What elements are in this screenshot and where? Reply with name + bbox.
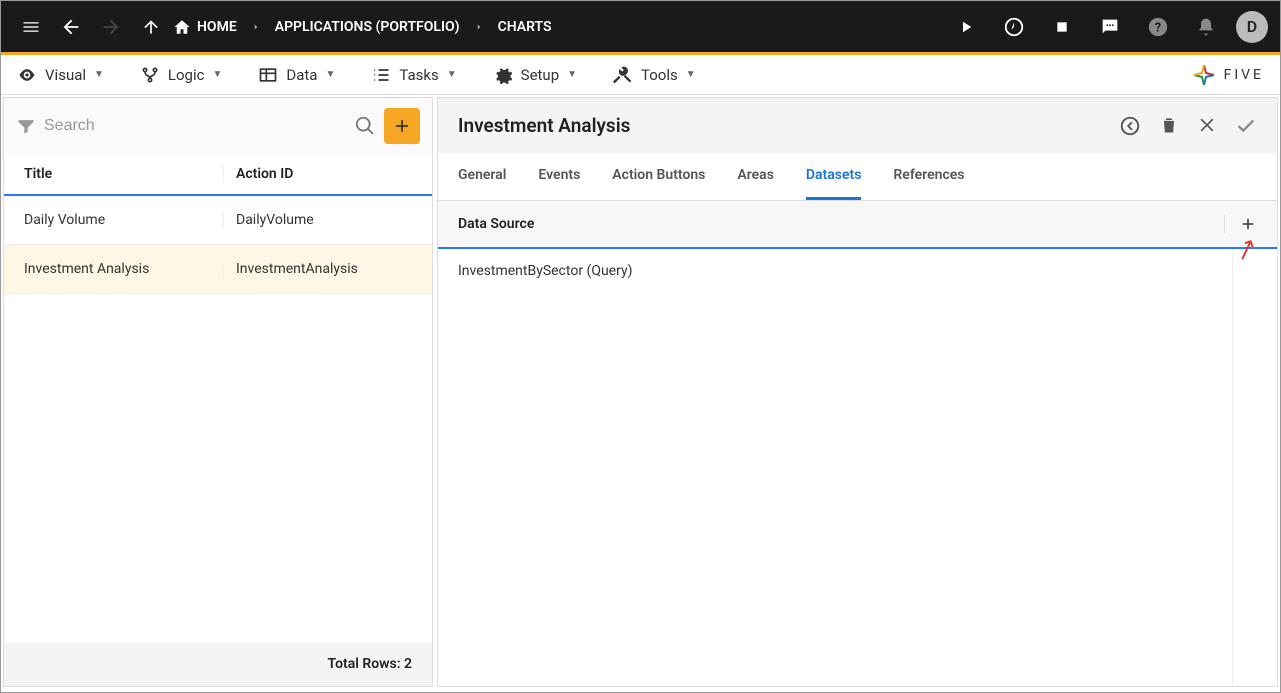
row-action-id: DailyVolume — [224, 212, 412, 228]
menu-tasks-label: Tasks — [399, 66, 438, 84]
breadcrumb-home[interactable]: HOME — [173, 18, 237, 36]
datasource-label: Data Source — [458, 216, 534, 232]
search-icon[interactable] — [354, 115, 376, 137]
breadcrumb-applications-label: APPLICATIONS (PORTFOLIO) — [275, 19, 460, 35]
menu-data[interactable]: Data▼ — [258, 65, 335, 85]
logo: FIVE — [1192, 63, 1264, 87]
tab-action-buttons[interactable]: Action Buttons — [612, 153, 705, 200]
help-icon[interactable]: ? — [1140, 9, 1176, 45]
tab-references[interactable]: References — [893, 153, 964, 200]
delete-icon[interactable] — [1159, 115, 1179, 137]
row-action-id: InvestmentAnalysis — [224, 261, 412, 277]
right-panel: Investment Analysis General Events Actio… — [437, 97, 1278, 687]
breadcrumb-charts[interactable]: CHARTS — [498, 19, 552, 35]
svg-text:?: ? — [1155, 20, 1161, 35]
top-bar: HOME APPLICATIONS (PORTFOLIO) CHARTS ? D — [1, 1, 1280, 55]
menu-setup[interactable]: Setup▼ — [493, 65, 577, 85]
datasource-sidebar — [1233, 249, 1277, 686]
tab-areas[interactable]: Areas — [737, 153, 774, 200]
breadcrumb-charts-label: CHARTS — [498, 19, 552, 35]
menu-tools-label: Tools — [641, 66, 678, 84]
tabs: General Events Action Buttons Areas Data… — [438, 153, 1277, 201]
inspect-icon[interactable] — [996, 9, 1032, 45]
undo-icon[interactable] — [1119, 115, 1141, 137]
left-panel: Title Action ID Daily Volume DailyVolume… — [3, 97, 433, 687]
menu-visual[interactable]: Visual▼ — [17, 65, 104, 85]
chevron-right-icon — [474, 20, 484, 34]
check-icon[interactable] — [1235, 115, 1257, 137]
up-icon[interactable] — [133, 9, 169, 45]
filter-icon[interactable] — [16, 116, 36, 136]
bell-icon[interactable] — [1188, 9, 1224, 45]
breadcrumb-applications[interactable]: APPLICATIONS (PORTFOLIO) — [275, 19, 460, 35]
list-row[interactable]: Investment Analysis InvestmentAnalysis — [4, 245, 432, 294]
tab-events[interactable]: Events — [538, 153, 580, 200]
close-icon[interactable] — [1197, 115, 1217, 137]
play-icon[interactable] — [948, 9, 984, 45]
chat-icon[interactable] — [1092, 9, 1128, 45]
plus-icon — [392, 116, 412, 136]
list-row[interactable]: Daily Volume DailyVolume — [4, 196, 432, 245]
menu-visual-label: Visual — [45, 66, 86, 84]
avatar[interactable]: D — [1236, 11, 1268, 43]
plus-icon — [1239, 215, 1257, 233]
logo-text: FIVE — [1224, 67, 1264, 83]
logo-icon — [1192, 63, 1216, 87]
menu-tasks[interactable]: Tasks▼ — [371, 65, 456, 85]
row-title: Daily Volume — [24, 212, 224, 228]
list-icon — [371, 65, 391, 85]
branch-icon — [140, 65, 160, 85]
menu-logic[interactable]: Logic▼ — [140, 65, 222, 85]
tools-icon — [613, 65, 633, 85]
column-title[interactable]: Title — [24, 166, 224, 182]
breadcrumb-home-label: HOME — [197, 19, 237, 35]
total-rows-label: Total Rows: 2 — [4, 642, 432, 686]
column-action-id[interactable]: Action ID — [224, 166, 412, 182]
stop-icon[interactable] — [1044, 9, 1080, 45]
menu-icon[interactable] — [13, 9, 49, 45]
list-header: Title Action ID — [4, 154, 432, 196]
table-icon — [258, 65, 278, 85]
add-button[interactable] — [384, 108, 420, 144]
tab-general[interactable]: General — [458, 153, 506, 200]
menu-bar: Visual▼ Logic▼ Data▼ Tasks▼ Setup▼ Tools… — [1, 55, 1280, 95]
menu-setup-label: Setup — [521, 66, 559, 84]
datasource-item[interactable]: InvestmentBySector (Query) — [438, 249, 1232, 293]
menu-tools[interactable]: Tools▼ — [613, 65, 696, 85]
row-title: Investment Analysis — [24, 261, 224, 277]
avatar-letter: D — [1247, 17, 1257, 36]
eye-icon — [17, 65, 37, 85]
gear-icon — [493, 65, 513, 85]
menu-data-label: Data — [286, 66, 317, 84]
search-input[interactable] — [44, 117, 346, 135]
back-icon[interactable] — [53, 9, 89, 45]
home-icon — [173, 18, 191, 36]
chevron-right-icon — [251, 20, 261, 34]
menu-logic-label: Logic — [168, 66, 205, 84]
tab-datasets[interactable]: Datasets — [806, 153, 862, 200]
add-datasource-button[interactable] — [1224, 215, 1257, 233]
page-title: Investment Analysis — [458, 114, 630, 137]
forward-icon — [93, 9, 129, 45]
